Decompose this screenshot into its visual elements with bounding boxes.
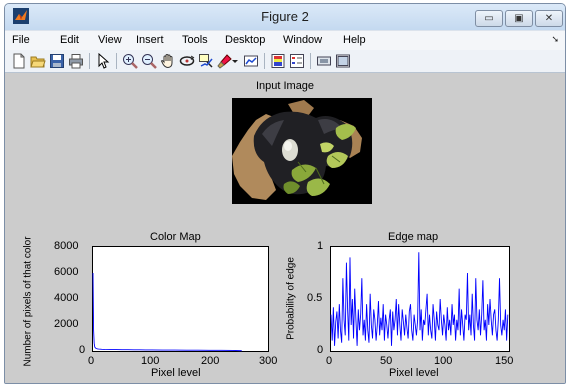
- save-icon[interactable]: [49, 53, 65, 69]
- colormap-ytick: 4000: [54, 292, 79, 304]
- maximize-button[interactable]: ▣: [505, 10, 533, 27]
- colormap-xtick: 200: [201, 355, 220, 367]
- pointer-icon[interactable]: [95, 53, 111, 69]
- edgemap-ytick: 0: [317, 344, 324, 356]
- open-file-icon[interactable]: [30, 53, 46, 69]
- edgemap-ytick: 1: [317, 240, 324, 252]
- figure-window: Figure 2 ▭ ▣ ✕ File Edit View Insert Too…: [4, 3, 566, 384]
- figure-toolbar: [5, 50, 565, 73]
- pan-hand-icon[interactable]: [160, 53, 176, 69]
- rotate-3d-icon[interactable]: [179, 53, 195, 69]
- dock-arrow-icon[interactable]: ➘: [551, 34, 559, 45]
- menu-insert[interactable]: Insert: [136, 34, 164, 46]
- figure-canvas: Input Image Color Map Number of pixels o…: [5, 73, 565, 383]
- colormap-xtick: 300: [259, 355, 278, 367]
- colorbar-icon[interactable]: [270, 53, 286, 69]
- new-figure-icon[interactable]: [11, 53, 27, 69]
- toolbar-separator: [264, 53, 265, 69]
- minimize-button[interactable]: ▭: [475, 10, 503, 27]
- edgemap-ytick: 0.5: [307, 292, 323, 304]
- title-bar[interactable]: Figure 2 ▭ ▣ ✕: [5, 4, 565, 30]
- menu-tools[interactable]: Tools: [182, 34, 208, 46]
- hide-plot-tools-icon[interactable]: [316, 53, 332, 69]
- edgemap-plot[interactable]: [330, 246, 510, 352]
- input-image-title: Input Image: [255, 80, 315, 92]
- edgemap-xtick: 0: [326, 355, 333, 367]
- print-icon[interactable]: [68, 53, 84, 69]
- toolbar-separator: [89, 53, 90, 69]
- menu-edit[interactable]: Edit: [60, 34, 79, 46]
- menu-file[interactable]: File: [12, 34, 30, 46]
- data-cursor-icon[interactable]: [198, 53, 214, 69]
- colormap-xlabel: Pixel level: [151, 367, 201, 379]
- toolbar-separator: [310, 53, 311, 69]
- toolbar-separator: [116, 53, 117, 69]
- colormap-ytick: 8000: [54, 240, 79, 252]
- colormap-ytick: 2000: [54, 318, 79, 330]
- edgemap-xtick: 50: [380, 355, 393, 367]
- edgemap-xtick: 100: [434, 355, 453, 367]
- edgemap-xlabel: Pixel level: [389, 367, 439, 379]
- show-plot-tools-icon[interactable]: [335, 53, 351, 69]
- colormap-xtick: 0: [88, 355, 95, 367]
- colormap-xtick: 100: [141, 355, 160, 367]
- edgemap-ylabel: Probability of edge: [285, 257, 297, 340]
- edgemap-xtick: 150: [495, 355, 514, 367]
- colormap-title: Color Map: [150, 231, 201, 243]
- colormap-plot[interactable]: [92, 246, 269, 352]
- edgemap-title: Edge map: [388, 231, 439, 243]
- zoom-in-icon[interactable]: [122, 53, 138, 69]
- zoom-out-icon[interactable]: [141, 53, 157, 69]
- colormap-axes-box: [92, 246, 269, 352]
- menu-view[interactable]: View: [98, 34, 122, 46]
- legend-icon[interactable]: [289, 53, 305, 69]
- menu-bar: File Edit View Insert Tools Desktop Wind…: [5, 30, 565, 50]
- brush-dropdown-icon[interactable]: [231, 53, 239, 69]
- colormap-ytick: 6000: [54, 266, 79, 278]
- colormap-ylabel: Number of pixels of that color: [22, 236, 34, 367]
- colormap-ytick: 0: [79, 344, 86, 356]
- link-plot-icon[interactable]: [243, 53, 259, 69]
- input-image[interactable]: [232, 98, 372, 204]
- menu-window[interactable]: Window: [283, 34, 322, 46]
- close-button[interactable]: ✕: [535, 10, 563, 27]
- menu-help[interactable]: Help: [343, 34, 366, 46]
- menu-desktop[interactable]: Desktop: [225, 34, 265, 46]
